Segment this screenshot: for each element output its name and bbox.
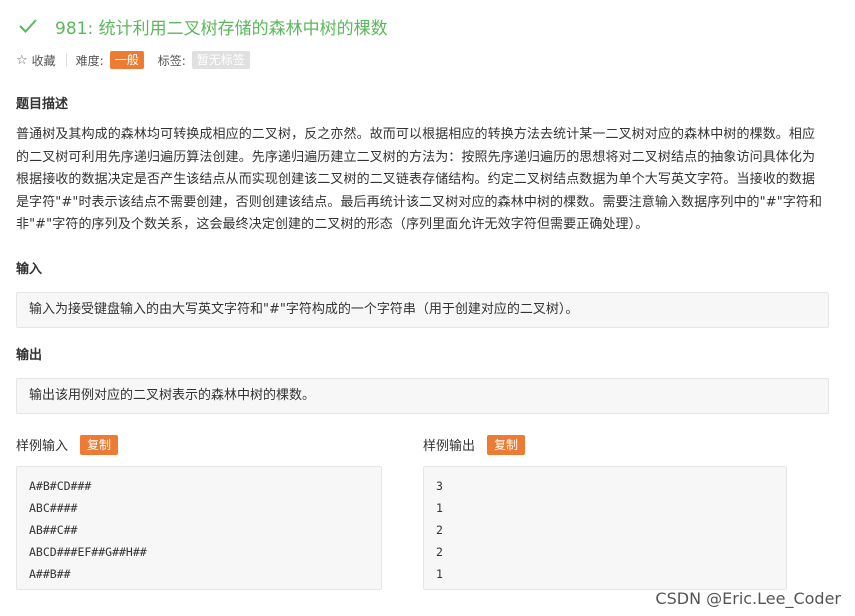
input-description-box: 输入为接受键盘输入的由大写英文字符和"#"字符构成的一个字符串（用于创建对应的二… bbox=[16, 291, 829, 328]
problem-meta: ☆ 收藏 难度: 一般 标签: 暂无标签 bbox=[16, 51, 829, 69]
output-description-box: 输出该用例对应的二叉树表示的森林中树的棵数。 bbox=[16, 377, 829, 414]
sample-input-title: 样例输入 bbox=[16, 439, 69, 455]
sample-output-header: 样例输出 复制 bbox=[423, 434, 787, 456]
sample-output-title: 样例输出 bbox=[423, 439, 476, 455]
sample-input-box[interactable]: A#B#CD### ABC#### AB##C## ABCD###EF##G##… bbox=[16, 465, 382, 590]
copy-sample-output-button[interactable]: 复制 bbox=[487, 434, 526, 455]
copy-sample-input-button[interactable]: 复制 bbox=[80, 434, 119, 455]
output-description-text: 输出该用例对应的二叉树表示的森林中树的棵数。 bbox=[29, 387, 316, 403]
sample-output-line: 2 bbox=[436, 544, 443, 559]
description-text: 普通树及其构成的森林均可转换成相应的二叉树，反之亦然。故而可以根据相应的转换方法… bbox=[16, 127, 823, 233]
watermark: CSDN @Eric.Lee_Coder bbox=[655, 589, 841, 608]
sample-output-box[interactable]: 3 1 2 2 1 bbox=[423, 465, 787, 590]
input-title: 输入 bbox=[16, 261, 43, 277]
sample-input-line: A#B#CD### bbox=[29, 478, 92, 493]
input-description-text: 输入为接受键盘输入的由大写英文字符和"#"字符构成的一个字符串（用于创建对应的二… bbox=[29, 301, 579, 317]
difficulty-badge: 一般 bbox=[109, 51, 144, 69]
sample-input-line: A##B## bbox=[29, 566, 71, 581]
favorite-label: 收藏 bbox=[31, 53, 56, 68]
tags-label: 标签: bbox=[157, 53, 186, 68]
sample-input-line: AB##C## bbox=[29, 522, 78, 537]
samples-area: 样例输入 复制 A#B#CD### ABC#### AB##C## ABCD##… bbox=[16, 434, 829, 590]
sample-input-line: ABCD###EF##G##H## bbox=[29, 544, 147, 559]
difficulty-label: 难度: bbox=[75, 53, 104, 68]
output-title: 输出 bbox=[16, 347, 43, 363]
problem-page: 981: 统计利用二叉树存储的森林中树的棵数 ☆ 收藏 难度: 一般 标签: 暂… bbox=[0, 0, 855, 616]
checkmark-icon bbox=[17, 15, 39, 37]
sample-output-line: 1 bbox=[436, 500, 443, 515]
description-title: 题目描述 bbox=[16, 97, 69, 112]
meta-divider bbox=[65, 53, 67, 67]
sample-output-line: 3 bbox=[436, 478, 443, 493]
problem-title: 981: 统计利用二叉树存储的森林中树的棵数 bbox=[55, 18, 388, 39]
problem-header: 981: 统计利用二叉树存储的森林中树的棵数 bbox=[16, 0, 829, 52]
star-outline-icon: ☆ bbox=[16, 52, 28, 68]
sample-input-header: 样例输入 复制 bbox=[16, 434, 382, 456]
favorite-button[interactable]: ☆ 收藏 bbox=[16, 52, 56, 69]
tags-badge: 暂无标签 bbox=[191, 51, 250, 69]
sample-input-line: ABC#### bbox=[29, 500, 78, 515]
sample-output-line: 1 bbox=[436, 566, 443, 581]
sample-input-column: 样例输入 复制 A#B#CD### ABC#### AB##C## ABCD##… bbox=[16, 434, 382, 590]
sample-output-line: 2 bbox=[436, 522, 443, 537]
sample-output-column: 样例输出 复制 3 1 2 2 1 bbox=[423, 434, 787, 590]
